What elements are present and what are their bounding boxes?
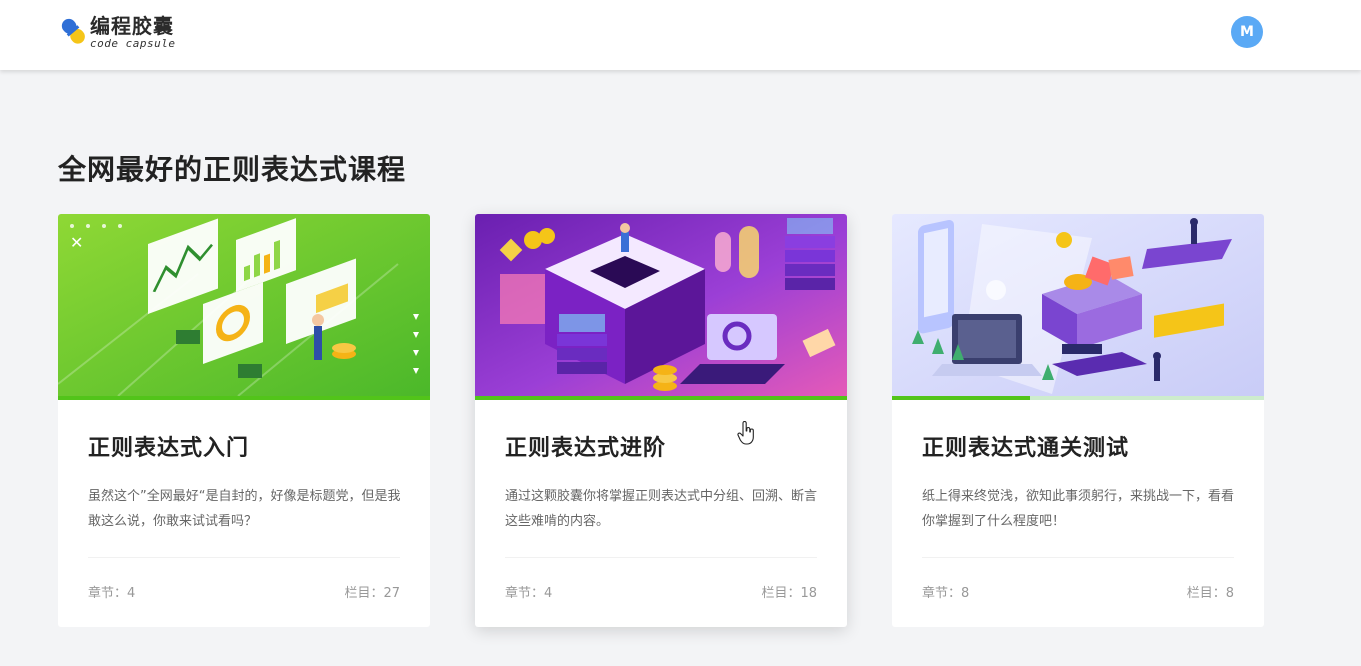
course-description: 通过这颗胶囊你将掌握正则表达式中分组、回溯、断言这些难啃的内容。 xyxy=(505,489,818,529)
course-description: 虽然这个”全网最好“是自封的，好像是标题党，但是我敢这么说，你敢来试试看吗？ xyxy=(88,489,401,529)
sections-count: 栏目：18 xyxy=(761,586,817,601)
chapters-count: 章节：4 xyxy=(505,586,553,601)
chapters-count: 章节：8 xyxy=(922,586,970,601)
course-title[interactable]: 正则表达式入门 xyxy=(88,430,249,462)
card-divider xyxy=(505,557,817,558)
logo-subtitle: code capsule xyxy=(90,36,176,50)
course-cover-image: ✕ xyxy=(58,214,430,396)
data-center-illustration xyxy=(475,214,847,396)
course-progress-fill xyxy=(892,396,1030,400)
course-card-advanced[interactable]: 正则表达式进阶 通过这颗胶囊你将掌握正则表达式中分组、回溯、断言这些难啃的内容。… xyxy=(475,214,847,627)
svg-text:✕: ✕ xyxy=(70,233,83,252)
top-navbar: 编程胶囊 code capsule M xyxy=(0,0,1361,70)
course-cover-image xyxy=(892,214,1264,396)
course-progress-bar xyxy=(475,396,847,400)
course-cover-image xyxy=(475,214,847,396)
online-store-illustration xyxy=(892,214,1264,396)
logo[interactable]: 编程胶囊 code capsule xyxy=(60,12,175,52)
course-card-final-test[interactable]: 正则表达式通关测试 纸上得来终觉浅，欲知此事须躬行，来挑战一下，看看你掌握到了什… xyxy=(892,214,1264,627)
card-divider xyxy=(922,557,1234,558)
course-title[interactable]: 正则表达式进阶 xyxy=(505,430,666,462)
finance-illustration: ✕ xyxy=(58,214,430,396)
chapters-count: 章节：4 xyxy=(88,586,136,601)
user-avatar[interactable]: M xyxy=(1231,16,1263,48)
hand-cursor-icon xyxy=(737,421,754,445)
course-description: 纸上得来终觉浅，欲知此事须躬行，来挑战一下，看看你掌握到了什么程度吧！ xyxy=(922,489,1235,529)
capsule-logo-icon xyxy=(61,18,85,44)
logo-title: 编程胶囊 xyxy=(90,13,174,38)
course-progress-fill xyxy=(58,396,430,400)
sections-count: 栏目：8 xyxy=(1186,586,1234,601)
course-card-intro[interactable]: ✕ 正则表达式入门 虽然这个”全网最好“是自封的，好像是标题党，但是我敢这么说，… xyxy=(58,214,430,627)
card-divider xyxy=(88,557,400,558)
course-progress-fill xyxy=(475,396,847,400)
sections-count: 栏目：27 xyxy=(344,586,400,601)
course-progress-bar xyxy=(58,396,430,400)
course-title[interactable]: 正则表达式通关测试 xyxy=(922,430,1129,462)
course-progress-bar xyxy=(892,396,1264,400)
page-title: 全网最好的正则表达式课程 xyxy=(58,153,407,186)
